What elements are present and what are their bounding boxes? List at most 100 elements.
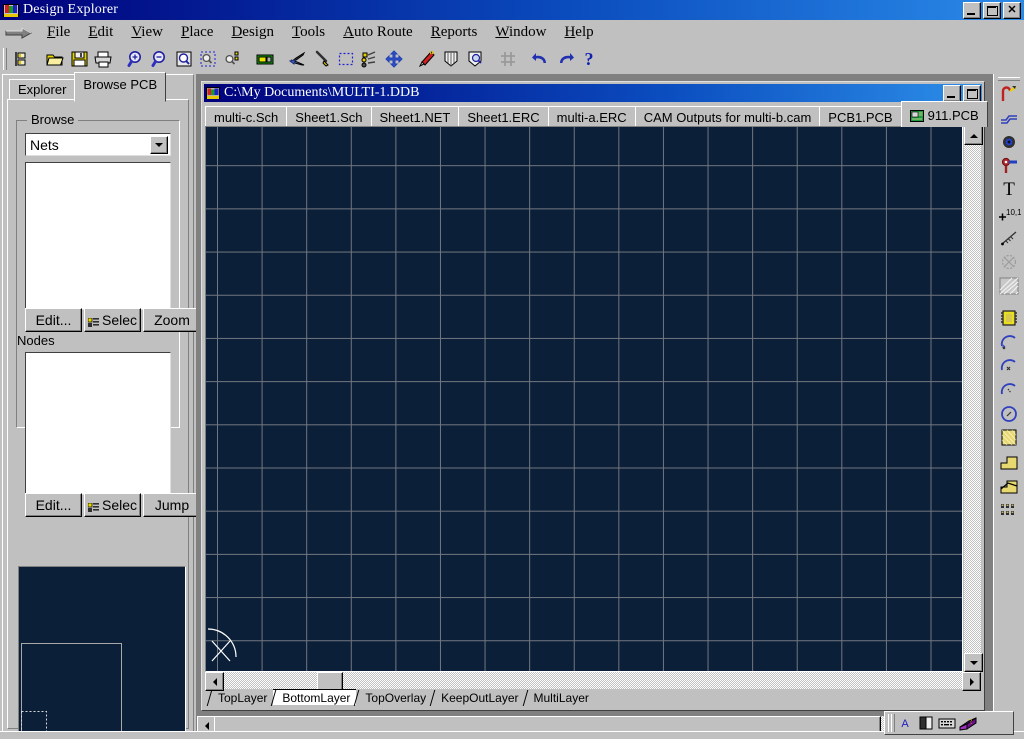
layer-tab-bottomlayer[interactable]: BottomLayer (273, 689, 356, 705)
doc-tab-multi-c-sch[interactable]: multi-c.Sch (205, 106, 287, 127)
place-via-icon[interactable] (996, 154, 1022, 178)
redo-icon[interactable] (553, 47, 577, 71)
place-line-icon[interactable] (996, 106, 1022, 130)
doc-tab-label: PCB1.PCB (828, 110, 892, 125)
place-component-icon[interactable] (996, 306, 1022, 330)
nodes-listbox[interactable] (25, 352, 171, 495)
browse-component-icon[interactable] (253, 47, 277, 71)
restore-button[interactable] (983, 2, 1001, 19)
nodes-select-button[interactable]: Selec (84, 493, 141, 517)
paste-icon[interactable] (310, 47, 334, 71)
place-fill-icon[interactable] (996, 426, 1022, 450)
menu-place[interactable]: Place (172, 22, 222, 43)
placement-toolbar-drag-handle[interactable] (998, 75, 1020, 82)
zoom-selection-icon[interactable] (220, 47, 244, 71)
place-pad-icon[interactable] (996, 130, 1022, 154)
canvas-horizontal-scrollbar[interactable] (205, 672, 981, 689)
pcb-canvas[interactable] (205, 126, 963, 672)
select-area-icon[interactable] (334, 47, 358, 71)
place-solid-region-icon[interactable] (996, 450, 1022, 474)
zoom-area-icon[interactable] (196, 47, 220, 71)
keyboard-icon[interactable] (936, 714, 957, 732)
tab-browse-pcb[interactable]: Browse PCB (74, 72, 166, 102)
nodes-jump-button[interactable]: Jump (143, 493, 201, 517)
canvas-vertical-scrollbar[interactable] (964, 126, 981, 672)
child-minimize-button[interactable] (943, 85, 961, 102)
child-title-bar: C:\My Documents\MULTI-1.DDB (204, 84, 982, 102)
nodes-edit-button[interactable]: Edit... (25, 493, 82, 517)
deselect-icon[interactable] (358, 47, 382, 71)
place-interactive-routing-icon[interactable] (996, 82, 1022, 106)
menu-design[interactable]: Design (222, 22, 283, 43)
undo-layer-icon[interactable] (439, 47, 463, 71)
browse-type-combo[interactable]: Nets (25, 133, 171, 156)
place-dimension-icon[interactable] (996, 226, 1022, 250)
zoom-out-icon[interactable] (148, 47, 172, 71)
print-icon[interactable] (91, 47, 115, 71)
chevron-down-icon[interactable] (150, 136, 168, 154)
layer-tab-topoverlay[interactable]: TopOverlay (356, 690, 432, 705)
scroll-up-button[interactable] (964, 126, 983, 145)
place-coordinate-icon[interactable]: 10,10 (996, 202, 1022, 226)
status-toolbar-drag-handle[interactable] (887, 714, 894, 732)
layer-tab-keepoutlayer[interactable]: KeepOutLayer (432, 690, 524, 705)
scroll-down-button[interactable] (964, 653, 983, 672)
menu-edit[interactable]: Edit (79, 22, 122, 43)
zoom-in-icon[interactable] (124, 47, 148, 71)
doc-tab-label: Sheet1.Sch (295, 110, 362, 125)
board-preview-pane[interactable] (18, 566, 186, 739)
open-folder-icon[interactable] (43, 47, 67, 71)
doc-tab-cam-outputs[interactable]: CAM Outputs for multi-b.cam (635, 106, 821, 127)
document-tab-strip: multi-c.Sch Sheet1.Sch Sheet1.NET Sheet1… (205, 104, 981, 127)
menu-bar: File Edit View Place Design Tools Auto R… (0, 20, 1024, 45)
layer-tab-multilayer[interactable]: MultiLayer (525, 690, 595, 705)
place-arc-edge-icon[interactable] (996, 354, 1022, 378)
nets-edit-button[interactable]: Edit... (25, 308, 82, 332)
menu-window[interactable]: Window (486, 22, 555, 43)
documents-icon[interactable] (10, 47, 34, 71)
doc-tab-sheet1-net[interactable]: Sheet1.NET (371, 106, 460, 127)
select-icon (88, 500, 99, 510)
menu-reports[interactable]: Reports (422, 22, 487, 43)
undo-icon[interactable] (529, 47, 553, 71)
doc-tab-pcb1-pcb[interactable]: PCB1.PCB (819, 106, 901, 127)
move-icon[interactable] (382, 47, 406, 71)
mask-mode-icon[interactable] (915, 714, 936, 732)
nets-zoom-button[interactable]: Zoom (143, 308, 201, 332)
layer-tab-label: MultiLayer (534, 691, 589, 705)
help-icon[interactable]: ? (577, 47, 601, 71)
menu-help[interactable]: Help (555, 22, 602, 43)
save-icon[interactable] (67, 47, 91, 71)
clear-errors-icon[interactable] (415, 47, 439, 71)
nets-edit-label: Edit... (36, 312, 72, 328)
nets-listbox[interactable] (25, 162, 171, 310)
child-restore-button[interactable] (963, 85, 981, 102)
minimize-button[interactable] (963, 2, 981, 19)
menu-drag-handle[interactable] (0, 22, 38, 44)
doc-tab-sheet1-sch[interactable]: Sheet1.Sch (286, 106, 371, 127)
help-book-icon[interactable]: ? (957, 714, 978, 732)
menu-tools[interactable]: Tools (283, 22, 334, 43)
zoom-document-icon[interactable] (172, 47, 196, 71)
scroll-right-button[interactable] (962, 672, 981, 691)
place-split-plane-icon[interactable] (996, 474, 1022, 498)
doc-tab-multi-a-erc[interactable]: multi-a.ERC (548, 106, 636, 127)
layer-tab-toplayer[interactable]: TopLayer (209, 690, 273, 705)
close-button[interactable]: ✕ (1003, 2, 1021, 19)
toolbar-drag-handle[interactable] (2, 48, 8, 70)
nets-select-button[interactable]: Selec (84, 308, 141, 332)
doc-tab-sheet1-erc[interactable]: Sheet1.ERC (458, 106, 548, 127)
place-full-circle-icon[interactable] (996, 402, 1022, 426)
view-layer-icon[interactable] (463, 47, 487, 71)
place-string-icon[interactable]: T (996, 178, 1022, 202)
doc-tab-911-pcb[interactable]: 911.PCB (901, 101, 988, 127)
array-paste-icon[interactable] (996, 498, 1022, 522)
nodes-edit-label: Edit... (36, 497, 72, 513)
menu-auto-route[interactable]: Auto Route (334, 22, 422, 43)
cut-icon[interactable] (286, 47, 310, 71)
text-mode-icon[interactable]: A (894, 714, 915, 732)
place-arc-any-angle-icon[interactable] (996, 378, 1022, 402)
place-arc-center-icon[interactable] (996, 330, 1022, 354)
menu-view[interactable]: View (122, 22, 172, 43)
menu-file[interactable]: File (38, 22, 79, 43)
